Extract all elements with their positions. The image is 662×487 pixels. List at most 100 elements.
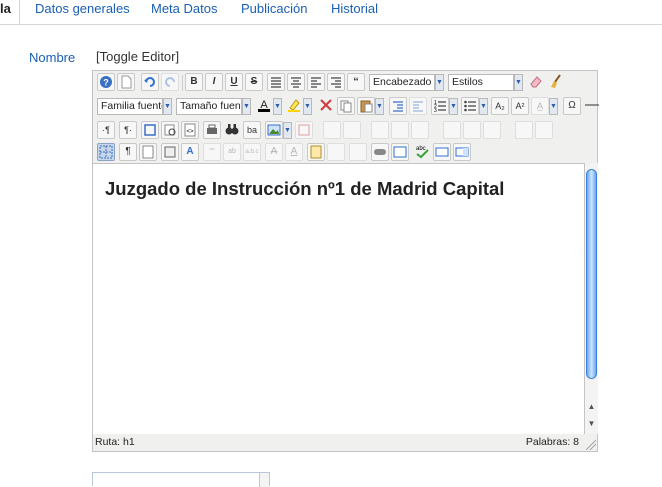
page-break-icon[interactable] <box>349 143 367 161</box>
cleanup-broom-icon[interactable] <box>547 73 565 91</box>
chevron-down-icon[interactable]: ▼ <box>163 98 172 115</box>
table-row-before-icon[interactable] <box>323 121 341 139</box>
partial-select-field[interactable] <box>92 472 270 487</box>
preview-icon[interactable] <box>161 121 179 139</box>
table-split-cells-icon[interactable] <box>463 121 481 139</box>
blockquote-icon[interactable]: “ <box>347 73 365 91</box>
special-character-button[interactable]: Ω <box>563 97 581 115</box>
table-delete-col-icon[interactable] <box>443 121 461 139</box>
rtl-direction-icon[interactable]: ¶· <box>119 121 137 139</box>
font-size-select[interactable]: Tamaño fuente <box>176 98 242 115</box>
cut-scissors-icon[interactable] <box>317 97 335 115</box>
scroll-up-icon[interactable]: ▲ <box>586 401 597 413</box>
underline-button[interactable]: U <box>225 73 243 91</box>
ltr-direction-icon[interactable]: ·¶ <box>97 121 115 139</box>
help-icon[interactable]: ? <box>97 73 115 91</box>
attributes-icon[interactable] <box>307 143 325 161</box>
copy-icon[interactable] <box>337 97 355 115</box>
table-row-after-icon[interactable] <box>343 121 361 139</box>
replace-icon[interactable]: ba <box>243 121 261 139</box>
insert-box-icon[interactable] <box>453 143 471 161</box>
document-heading[interactable]: Juzgado de Instrucción nº1 de Madrid Cap… <box>105 178 504 200</box>
insert-line-icon[interactable] <box>433 143 451 161</box>
bullet-list-icon[interactable] <box>461 97 479 115</box>
align-right-icon[interactable] <box>327 73 345 91</box>
numbered-list-icon[interactable]: 123 <box>431 97 449 115</box>
indent-icon[interactable] <box>389 97 407 115</box>
tab-publicacion[interactable]: Publicación <box>241 0 308 17</box>
align-left-icon[interactable] <box>307 73 325 91</box>
chevron-down-icon[interactable]: ▼ <box>449 98 458 115</box>
fullscreen-icon[interactable] <box>141 121 159 139</box>
justify-full-icon[interactable] <box>267 73 285 91</box>
remove-format-icon[interactable] <box>295 121 313 139</box>
chevron-down-icon[interactable]: ▼ <box>549 98 558 115</box>
table-col-after-icon[interactable] <box>411 121 429 139</box>
table-props-icon[interactable] <box>515 121 533 139</box>
scrollbar-thumb[interactable] <box>586 169 597 379</box>
tab-meta-datos[interactable]: Meta Datos <box>151 0 217 17</box>
table-merge-cells-icon[interactable] <box>483 121 501 139</box>
bold-button[interactable]: B <box>185 73 203 91</box>
find-binoculars-icon[interactable] <box>223 121 241 139</box>
html-source-icon[interactable]: <> <box>181 121 199 139</box>
superscript-icon[interactable]: A² <box>511 97 529 115</box>
deletion-icon[interactable]: A <box>265 143 283 161</box>
new-document-icon[interactable] <box>117 73 135 91</box>
tab-historial[interactable]: Historial <box>331 0 378 17</box>
cite-icon[interactable]: “” <box>203 143 221 161</box>
chevron-down-icon[interactable]: ▼ <box>303 98 312 115</box>
chevron-down-icon[interactable]: ▼ <box>514 74 523 91</box>
redo-icon[interactable] <box>161 73 179 91</box>
chevron-down-icon[interactable]: ▼ <box>283 122 292 139</box>
insert-image-icon[interactable] <box>265 121 283 139</box>
chevron-down-icon[interactable]: ▼ <box>435 74 444 91</box>
acronym-button[interactable]: a.b.c <box>243 143 261 161</box>
insert-media-icon[interactable] <box>371 143 389 161</box>
highlight-color-icon[interactable] <box>285 97 303 115</box>
chevron-down-icon[interactable]: ▼ <box>479 98 488 115</box>
italic-button[interactable]: I <box>205 73 223 91</box>
table-cell-props-icon[interactable] <box>535 121 553 139</box>
chevron-down-icon[interactable]: ▼ <box>242 98 251 115</box>
undo-icon[interactable] <box>141 73 159 91</box>
text-color-icon[interactable]: A <box>255 97 273 115</box>
outdent-icon[interactable] <box>409 97 427 115</box>
table-delete-row-icon[interactable] <box>371 121 389 139</box>
toggle-editor-link[interactable]: [Toggle Editor] <box>96 49 179 64</box>
rich-text-editor: ? B I U S “ Encabezado 1 ▼ Estilos ▼ Fam… <box>92 70 601 452</box>
horizontal-rule-icon[interactable] <box>583 97 601 115</box>
embed-icon[interactable] <box>391 143 409 161</box>
chevron-down-icon[interactable]: ▼ <box>273 98 282 115</box>
paste-icon[interactable] <box>357 97 375 115</box>
editor-scrollbar[interactable]: ▲ ▼ <box>585 163 598 434</box>
styles-select[interactable]: Estilos <box>448 74 514 91</box>
align-center-icon[interactable] <box>287 73 305 91</box>
subscript-icon[interactable]: A₂ <box>491 97 509 115</box>
tab-truncated[interactable]: la <box>0 0 18 24</box>
spellcheck-icon[interactable]: abc <box>413 143 431 161</box>
insert-template-icon[interactable] <box>139 143 157 161</box>
insertion-icon[interactable]: A <box>285 143 303 161</box>
editor-content-area[interactable]: Juzgado de Instrucción nº1 de Madrid Cap… <box>93 163 585 434</box>
abbreviation-icon[interactable]: ab <box>223 143 241 161</box>
insert-nonbreaking-icon[interactable] <box>327 143 345 161</box>
eraser-icon[interactable] <box>527 73 545 91</box>
resize-grip-icon[interactable] <box>586 440 596 450</box>
table-col-before-icon[interactable] <box>391 121 409 139</box>
element-path: Ruta: h1 <box>95 436 135 448</box>
svg-text:<>: <> <box>186 129 194 135</box>
show-blocks-button[interactable]: ¶ <box>119 143 137 161</box>
print-icon[interactable] <box>203 121 221 139</box>
link-anchor-icon[interactable]: A̲ <box>531 97 549 115</box>
insert-layer-icon[interactable] <box>161 143 179 161</box>
styles-props-icon[interactable]: A <box>181 143 199 161</box>
font-family-select[interactable]: Familia fuente <box>97 98 163 115</box>
scroll-down-icon[interactable]: ▼ <box>586 418 597 430</box>
tab-datos-generales[interactable]: Datos generales <box>35 0 130 17</box>
chevron-down-icon[interactable]: ▼ <box>375 98 384 115</box>
visual-aid-icon[interactable] <box>97 143 115 161</box>
chevron-down-icon[interactable] <box>259 473 269 487</box>
format-select[interactable]: Encabezado 1 <box>369 74 435 91</box>
strikethrough-button[interactable]: S <box>245 73 263 91</box>
